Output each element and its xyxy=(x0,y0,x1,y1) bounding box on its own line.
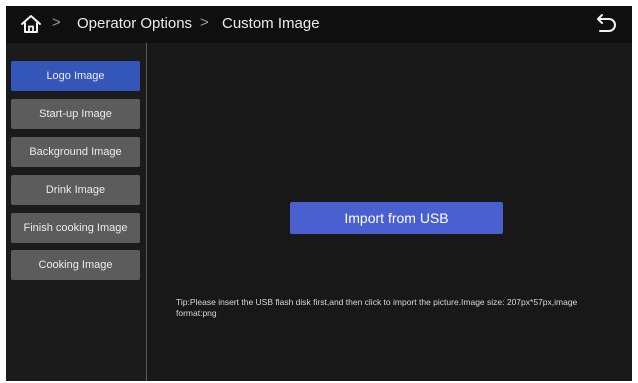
import-from-usb-button[interactable]: Import from USB xyxy=(290,202,503,234)
sidebar-item-logo-image[interactable]: Logo Image xyxy=(11,61,140,91)
tip-text: Tip:Please insert the USB flash disk fir… xyxy=(176,297,578,318)
breadcrumb-custom-image: Custom Image xyxy=(222,15,320,32)
breadcrumb-separator: > xyxy=(52,14,61,31)
sidebar-item-drink-image[interactable]: Drink Image xyxy=(11,175,140,205)
home-icon[interactable] xyxy=(20,13,42,35)
app-window: > Operator Options > Custom Image Logo I… xyxy=(6,6,632,381)
sidebar: Logo Image Start-up Image Background Ima… xyxy=(6,43,146,381)
sidebar-item-background-image[interactable]: Background Image xyxy=(11,137,140,167)
sidebar-item-finish-cooking-image[interactable]: Finish cooking Image xyxy=(11,213,140,243)
undo-arrow-icon[interactable] xyxy=(594,13,618,35)
breadcrumb-separator: > xyxy=(200,14,209,31)
sidebar-item-cooking-image[interactable]: Cooking Image xyxy=(11,250,140,280)
main-panel: Import from USB Tip:Please insert the US… xyxy=(147,43,632,381)
breadcrumb-operator-options[interactable]: Operator Options xyxy=(77,15,192,32)
sidebar-item-startup-image[interactable]: Start-up Image xyxy=(11,99,140,129)
header-bar: > Operator Options > Custom Image xyxy=(6,6,632,43)
